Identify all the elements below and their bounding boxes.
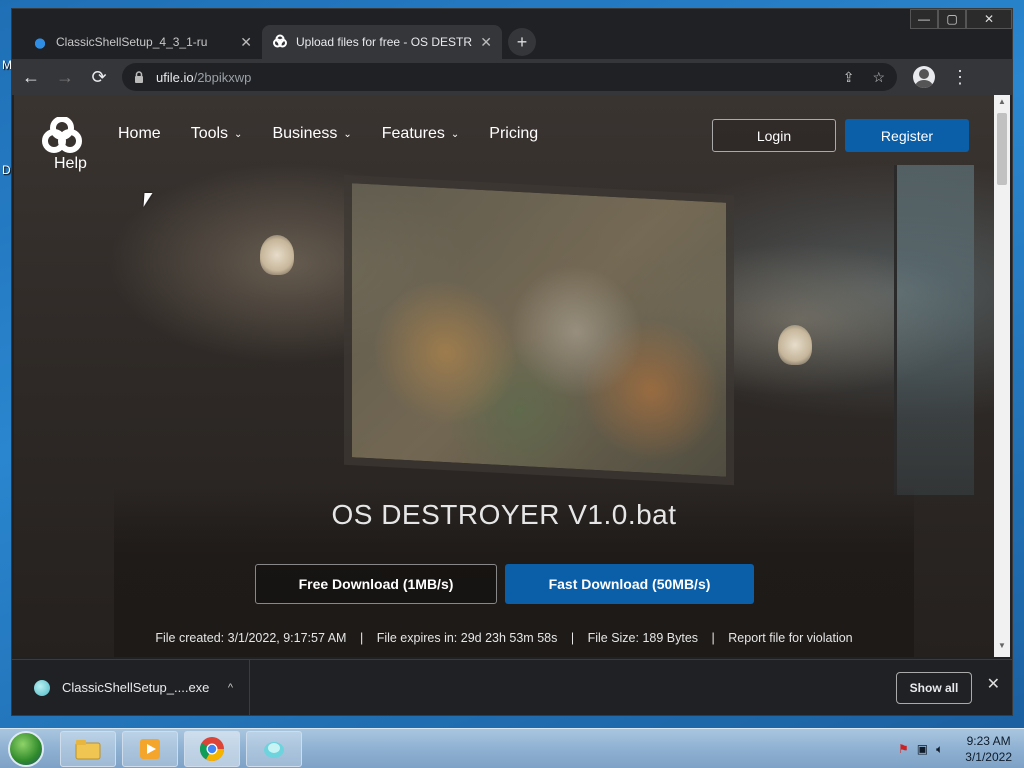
start-button[interactable] (8, 731, 44, 767)
report-link[interactable]: Report file for violation (728, 631, 852, 645)
menu-label: Tools (190, 125, 229, 142)
download-bar: ClassicShellSetup_....exe ^ Show all ✕ (12, 659, 1012, 715)
action-center-icon[interactable]: ⚑ (898, 742, 909, 756)
menu-pricing[interactable]: Pricing (489, 125, 538, 143)
chevron-down-icon: ⌄ (450, 128, 460, 140)
site-header: Help Home Tools ⌄ Business ⌄ Features ⌄ Pri… (14, 95, 994, 195)
close-tab-icon[interactable]: ✕ (240, 34, 252, 51)
lock-icon (134, 71, 144, 83)
new-tab-button[interactable]: + (508, 28, 536, 56)
back-icon[interactable]: ← (16, 62, 46, 92)
tab-title: ClassicShellSetup_4_3_1-ru (56, 35, 208, 49)
fast-download-button[interactable]: Fast Download (50MB/s) (505, 564, 754, 604)
main-menu: Home Tools ⌄ Business ⌄ Features ⌄ Pricing (118, 125, 538, 143)
chevron-down-icon: ⌄ (234, 128, 243, 140)
url-host: ufile.io (156, 69, 194, 85)
tab-title: Upload files for free - OS DESTROYER V1.… (296, 35, 473, 49)
menu-home[interactable]: Home (118, 125, 161, 143)
system-tray: ⚑ ▣ 🔈︎ 9:23 AM 3/1/2022 (898, 733, 1012, 765)
folder-icon (75, 740, 101, 760)
taskbar-chrome[interactable] (184, 731, 240, 767)
shell-icon (264, 742, 284, 758)
show-all-button[interactable]: Show all (896, 672, 972, 704)
file-created: File created: 3/1/2022, 9:17:57 AM (155, 631, 347, 645)
background-painting (344, 174, 734, 486)
clock[interactable]: 9:23 AM 3/1/2022 (965, 733, 1012, 765)
clock-time: 9:23 AM (966, 734, 1011, 748)
download-item[interactable]: ClassicShellSetup_....exe ^ (12, 660, 250, 715)
title-bar: — ▢ ✕ ClassicShellSetup_4_3_1-ru ✕ Uploa… (12, 9, 1012, 61)
browser-toolbar: ← → ⟳ ufile.io/2bpikxwp ⇪ ☆ ⋮ (12, 59, 1012, 95)
file-expires: File expires in: 29d 23h 53m 58s (376, 631, 558, 645)
chevron-up-icon[interactable]: ^ (228, 682, 233, 694)
scroll-down-icon[interactable]: ▼ (994, 641, 1010, 655)
taskbar-setup[interactable] (246, 731, 302, 767)
ufile-logo-icon[interactable] (38, 116, 86, 153)
reload-icon[interactable]: ⟳ (84, 62, 114, 92)
menu-tools[interactable]: Tools ⌄ (191, 125, 243, 143)
cloud-icon (32, 34, 48, 50)
close-tab-icon[interactable]: ✕ (480, 34, 492, 51)
close-icon[interactable]: ✕ (987, 674, 1000, 694)
file-size: File Size: 189 Bytes (587, 631, 699, 645)
forward-icon[interactable]: → (50, 62, 80, 92)
mouse-cursor-icon (143, 193, 153, 207)
page-scrollbar[interactable]: ▲ ▼ (994, 95, 1010, 657)
menu-label: Features (381, 125, 445, 142)
separator: | (359, 631, 364, 645)
taskbar: ⚑ ▣ 🔈︎ 9:23 AM 3/1/2022 (0, 728, 1024, 768)
chevron-down-icon: ⌄ (343, 128, 352, 140)
login-button[interactable]: Login (712, 119, 836, 152)
close-window-button[interactable]: ✕ (966, 9, 1012, 29)
tab-strip: ClassicShellSetup_4_3_1-ru ✕ Upload file… (22, 23, 536, 59)
browser-window: — ▢ ✕ ClassicShellSetup_4_3_1-ru ✕ Uploa… (11, 8, 1013, 716)
scroll-thumb[interactable] (997, 113, 1007, 185)
background-window (894, 165, 974, 495)
volume-icon[interactable]: 🔈︎ (936, 742, 943, 757)
clock-date: 3/1/2022 (965, 750, 1012, 764)
menu-label: Home (118, 125, 161, 142)
taskbar-explorer[interactable] (60, 731, 116, 767)
separator: | (570, 631, 575, 645)
chrome-icon (199, 737, 224, 762)
help-link[interactable]: Help (54, 155, 87, 173)
file-info: File created: 3/1/2022, 9:17:57 AM | Fil… (14, 631, 994, 645)
tab-classicshell[interactable]: ClassicShellSetup_4_3_1-ru ✕ (22, 25, 262, 59)
menu-features[interactable]: Features ⌄ (382, 125, 460, 143)
menu-icon[interactable]: ⋮ (951, 67, 969, 88)
address-bar[interactable]: ufile.io/2bpikxwp ⇪ ☆ (122, 63, 897, 91)
separator: | (711, 631, 715, 645)
ufile-logo-icon (272, 34, 288, 50)
wall-lamp (260, 235, 294, 275)
menu-label: Business (272, 125, 338, 142)
free-download-button[interactable]: Free Download (1MB/s) (255, 564, 497, 604)
menu-label: Pricing (489, 125, 539, 142)
file-icon (34, 679, 50, 696)
star-icon[interactable]: ☆ (872, 69, 885, 86)
share-icon[interactable]: ⇪ (843, 69, 855, 86)
download-filename: ClassicShellSetup_....exe (62, 680, 210, 695)
register-button[interactable]: Register (845, 119, 969, 152)
taskbar-mediaplayer[interactable] (122, 731, 178, 767)
menu-business[interactable]: Business ⌄ (272, 125, 351, 143)
window-controls: — ▢ ✕ (910, 9, 1012, 29)
page-viewport: Help Home Tools ⌄ Business ⌄ Features ⌄ Pri… (14, 95, 994, 657)
media-player-icon (140, 739, 160, 759)
minimize-button[interactable]: — (910, 9, 938, 29)
profile-avatar[interactable] (913, 66, 935, 88)
url-path: /2bpikxwp (193, 69, 252, 85)
network-icon[interactable]: ▣ (917, 742, 928, 756)
scroll-up-icon[interactable]: ▲ (994, 97, 1010, 111)
file-name-title: OS DESTROYER V1.0.bat (331, 499, 677, 530)
tab-ufile[interactable]: Upload files for free - OS DESTROYER V1.… (262, 25, 502, 59)
maximize-button[interactable]: ▢ (938, 9, 966, 29)
wall-lamp (778, 325, 812, 365)
desktop-icon-label: D (2, 163, 11, 177)
